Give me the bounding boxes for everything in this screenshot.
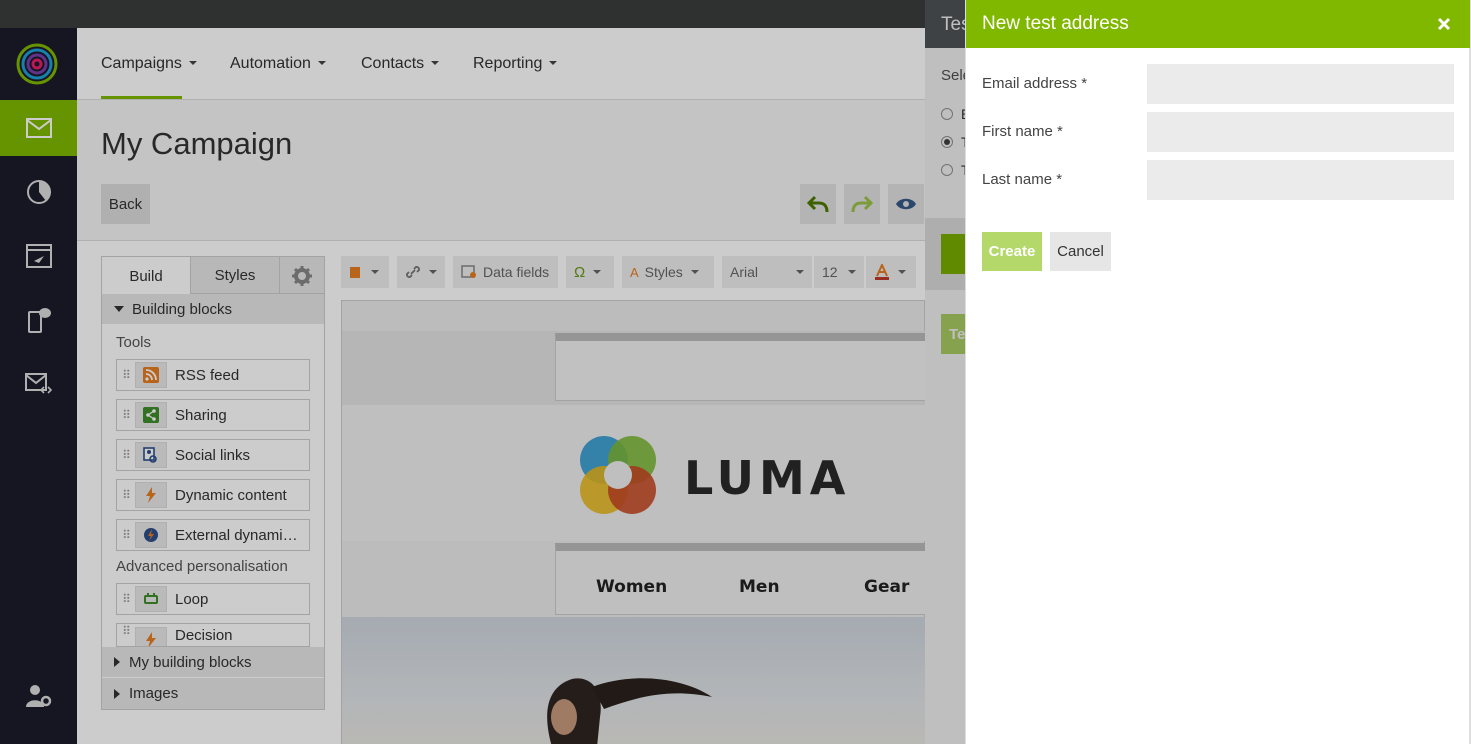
close-button[interactable]	[1435, 15, 1453, 33]
drawer-title: New test address	[982, 13, 1129, 34]
cancel-button[interactable]: Cancel	[1050, 232, 1111, 271]
drawer-header: New test address	[966, 0, 1470, 48]
drawer-backdrop[interactable]	[925, 0, 965, 744]
last-name-label: Last name *	[982, 171, 1063, 188]
close-icon	[1437, 17, 1451, 31]
email-address-input[interactable]	[1147, 64, 1454, 104]
first-name-label: First name *	[982, 123, 1063, 140]
create-button[interactable]: Create	[982, 232, 1042, 271]
new-test-address-drawer: New test address Email address * First n…	[965, 0, 1471, 744]
last-name-input[interactable]	[1147, 160, 1454, 200]
email-address-label: Email address *	[982, 75, 1088, 92]
first-name-input[interactable]	[1147, 112, 1454, 152]
modal-backdrop[interactable]	[0, 0, 925, 744]
